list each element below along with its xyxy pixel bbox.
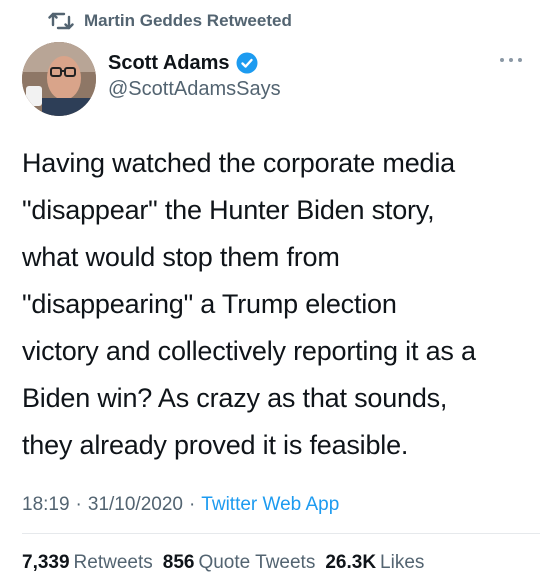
tweet-line: what would stop them from [22, 242, 340, 272]
tweet-header: Scott Adams @ScottAdamsSays [22, 42, 526, 118]
likes-count: 26.3K [325, 552, 377, 573]
display-name[interactable]: Scott Adams [108, 52, 230, 75]
more-options-icon[interactable] [500, 54, 522, 66]
retweets-count: 7,339 [22, 552, 70, 573]
tweet-text: Having watched the corporate media "disa… [22, 140, 527, 469]
retweet-label: Martin Geddes Retweeted [84, 11, 292, 30]
verified-badge-icon [236, 52, 258, 74]
likes-stat[interactable]: 26.3K Likes [325, 552, 424, 574]
tweet-line: they already proved it is feasible. [22, 430, 409, 460]
likes-label: Likes [380, 552, 425, 573]
avatar[interactable] [22, 42, 96, 116]
meta-separator: · [75, 494, 82, 515]
quote-tweets-label: Quote Tweets [198, 552, 316, 573]
tweet-date[interactable]: 31/10/2020 [88, 494, 183, 516]
quote-tweets-count: 856 [162, 552, 195, 573]
tweet-stats: 7,339 Retweets 856 Quote Tweets 26.3K Likes [22, 552, 434, 574]
user-handle[interactable]: @ScottAdamsSays [108, 78, 281, 101]
retweets-label: Retweets [73, 552, 153, 573]
retweet-context[interactable]: Martin Geddes Retweeted [48, 8, 292, 34]
tweet-source-link[interactable]: Twitter Web App [201, 494, 339, 516]
tweet-line: Biden win? As crazy as that sounds, [22, 383, 448, 413]
retweets-stat[interactable]: 7,339 Retweets [22, 552, 153, 574]
tweet-line: victory and collectively reporting it as… [22, 336, 476, 366]
tweet-time[interactable]: 18:19 [22, 494, 70, 516]
tweet-line: "disappear" the Hunter Biden story, [22, 195, 435, 225]
tweet-line: "disappearing" a Trump election [22, 289, 397, 319]
tweet-meta: 18:19 · 31/10/2020 · Twitter Web App [22, 494, 339, 516]
meta-separator: · [188, 494, 196, 515]
divider [22, 533, 540, 534]
quote-tweets-stat[interactable]: 856 Quote Tweets [163, 552, 316, 574]
tweet-line: Having watched the corporate media [22, 148, 455, 178]
retweet-icon [48, 10, 74, 32]
